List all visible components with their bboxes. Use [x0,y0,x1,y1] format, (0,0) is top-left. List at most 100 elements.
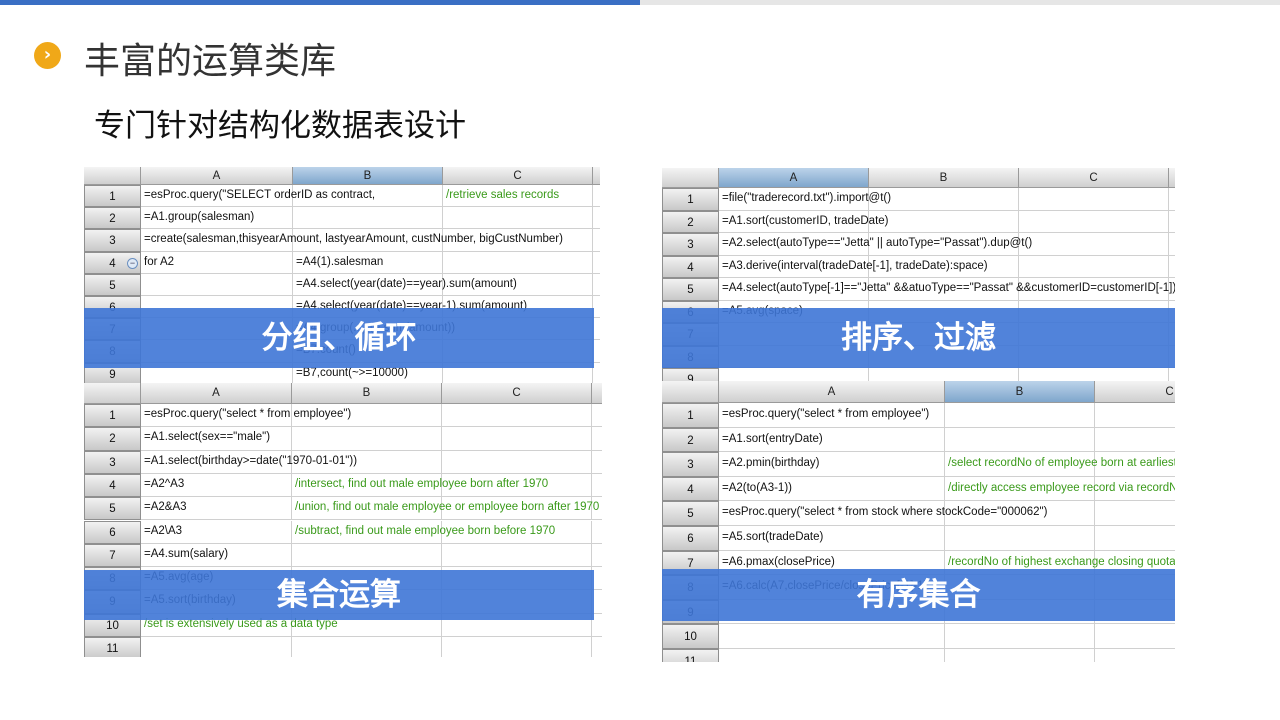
row-header[interactable]: 2 [662,427,719,453]
row-header[interactable]: 11 [84,637,141,657]
column-header-c[interactable]: C [1095,381,1175,403]
cell[interactable] [593,274,600,296]
corner-header[interactable] [662,381,719,403]
cell[interactable] [592,404,602,428]
cell[interactable] [1095,526,1175,551]
cell[interactable] [1169,256,1175,278]
row-header[interactable]: 1 [84,404,141,428]
column-header-a[interactable]: A [141,167,293,185]
corner-header[interactable] [84,167,141,185]
row-header[interactable]: 11 [662,649,719,662]
cell[interactable] [1095,649,1175,662]
column-header-b[interactable]: B [945,381,1095,403]
cell[interactable] [1095,403,1175,428]
cell[interactable] [593,296,600,319]
cell[interactable] [719,649,945,662]
corner-header[interactable] [84,383,141,404]
cell[interactable] [1095,624,1175,649]
column-header-d[interactable] [1169,168,1175,188]
cell[interactable] [1169,233,1175,256]
row-header[interactable]: 4 [662,255,719,278]
row-header[interactable]: 2 [84,207,141,230]
row-header[interactable]: 6 [84,520,141,544]
cell[interactable] [1095,428,1175,453]
cell[interactable] [945,649,1095,662]
row-header[interactable]: 3 [662,233,719,256]
column-header-b[interactable]: B [292,383,442,404]
row-header[interactable]: 5 [84,273,141,296]
row-header[interactable]: 4 [84,473,141,498]
cell[interactable] [1019,210,1169,233]
column-header-a[interactable]: A [141,383,292,404]
cell[interactable] [442,543,592,568]
cell[interactable] [593,229,600,252]
row-header[interactable]: 1 [662,403,719,428]
row-header[interactable]: 5 [662,278,719,301]
cell[interactable] [292,427,442,451]
cell[interactable] [945,526,1095,551]
cell[interactable] [945,427,1095,453]
row-header[interactable]: 1 [84,185,141,208]
row-header[interactable]: 7 [84,543,141,568]
cell[interactable] [1169,211,1175,233]
row-header[interactable]: 5 [84,497,141,521]
cell[interactable] [442,427,592,451]
cell[interactable] [593,340,600,363]
row-header[interactable]: 2 [84,427,141,451]
row-header[interactable]: 4 [662,476,719,502]
cell[interactable] [945,624,1095,649]
cell[interactable] [593,318,600,341]
cell[interactable] [869,210,1019,233]
column-header-b[interactable]: B [869,168,1019,188]
cell[interactable] [592,474,602,498]
column-header-a[interactable]: A [719,381,945,403]
row-header[interactable]: 10 [662,624,719,649]
row-header[interactable]: 3 [84,229,141,252]
cell[interactable] [945,403,1095,428]
column-header-a[interactable]: A [719,168,869,188]
row-header[interactable]: 2 [662,210,719,233]
cell[interactable] [592,637,602,657]
cell[interactable] [592,521,602,544]
cell[interactable] [141,273,293,296]
cell[interactable] [592,427,602,451]
column-header-c[interactable]: C [443,167,593,185]
cell[interactable] [443,251,593,274]
collapse-icon[interactable]: − [127,257,138,269]
cell[interactable] [443,207,593,230]
cell[interactable] [1019,255,1169,278]
cell[interactable] [1169,188,1175,211]
cell[interactable] [292,543,442,568]
cell[interactable] [442,637,592,657]
column-header-d[interactable] [592,383,602,404]
cell[interactable] [592,544,602,568]
column-header-c[interactable]: C [442,383,592,404]
cell-formula: =esProc.query("select * from employee") [722,408,930,420]
cell[interactable] [442,404,592,428]
cell[interactable] [593,252,600,274]
cell[interactable] [593,363,600,385]
row-header[interactable]: 3 [84,450,141,474]
cell[interactable] [141,637,292,657]
row-header[interactable]: 1 [662,188,719,211]
cell[interactable] [869,188,1019,211]
cell[interactable] [593,207,600,230]
overlay-label-ordered-set: 有序集合 [662,569,1175,621]
cell[interactable] [1095,501,1175,526]
cell-formula: for A2 [144,255,175,268]
row-header[interactable]: 6 [662,526,719,551]
column-header-c[interactable]: C [1019,168,1169,188]
cell[interactable] [292,637,442,657]
cell[interactable] [293,207,443,230]
column-header-d[interactable] [593,167,600,185]
row-header[interactable]: 5 [662,501,719,526]
cell[interactable] [442,450,592,474]
cell[interactable] [593,185,600,208]
cell[interactable] [592,451,602,474]
corner-header[interactable] [662,168,719,188]
cell[interactable] [1019,233,1169,256]
column-header-b[interactable]: B [293,167,443,185]
cell[interactable] [1019,188,1169,211]
row-header[interactable]: 3 [662,452,719,477]
cell[interactable] [719,624,945,649]
